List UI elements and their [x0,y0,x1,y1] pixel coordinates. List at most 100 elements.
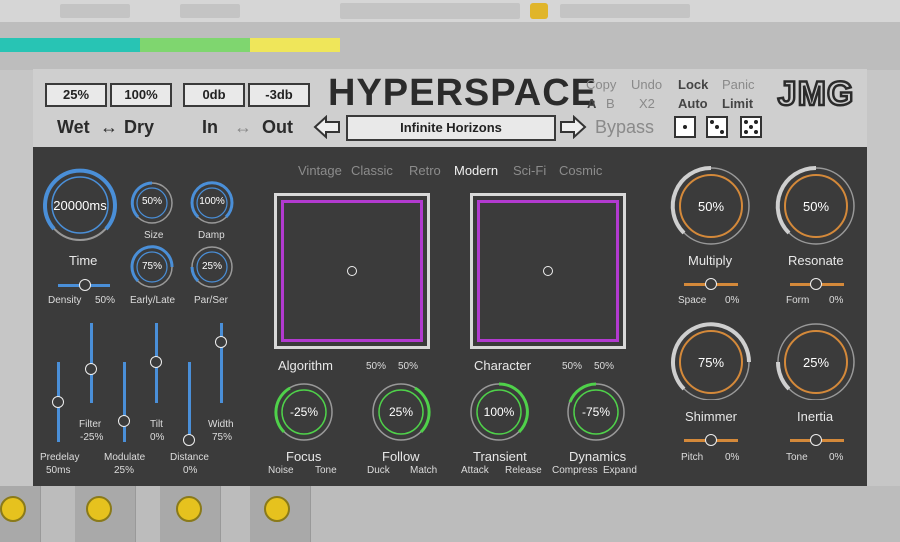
filter-value: -25% [80,432,104,443]
preset-a-button[interactable]: A [587,96,596,111]
plugin-title: HYPERSPACE [328,72,598,114]
daw-toolbar [0,0,900,22]
randomize-large-dice-icon[interactable] [740,116,762,138]
daw-button[interactable] [560,4,690,18]
follow-knob[interactable]: 25% [381,405,421,419]
previous-preset-arrow-icon[interactable] [313,115,341,139]
daw-clip[interactable] [250,38,340,52]
density-label: Density [48,295,82,306]
randomize-small-dice-icon[interactable] [674,116,696,138]
daw-knob-icon[interactable] [176,496,202,522]
width-value: 75% [212,432,233,443]
in-out-arrow-icon: ↔ [234,117,252,137]
inertia-knob[interactable]: 25% [796,355,836,370]
filter-slider-thumb[interactable] [85,363,97,375]
predelay-label: Predelay [40,452,80,463]
character-pad-handle[interactable] [543,266,553,276]
bypass-button[interactable]: Bypass [595,117,654,138]
predelay-slider-thumb[interactable] [52,396,64,408]
size-knob[interactable]: 50% [132,196,172,207]
follow-min-label: Duck [367,465,390,476]
pitch-slider-thumb[interactable] [705,434,717,446]
out-value-box[interactable]: -3db [248,83,310,107]
x2-button[interactable]: X2 [639,96,655,111]
algorithm-pad-handle[interactable] [347,266,357,276]
character-x-value: 50% [562,361,583,372]
pitch-value: 0% [725,452,740,463]
daw-knob-icon[interactable] [0,496,26,522]
preset-b-button[interactable]: B [606,96,615,111]
transient-min-label: Attack [461,465,489,476]
daw-knob-icon[interactable] [264,496,290,522]
time-label: Time [69,253,98,268]
copy-button[interactable]: Copy [586,77,616,92]
logo-text: JMG [778,75,855,111]
next-preset-arrow-icon[interactable] [559,115,587,139]
panic-button[interactable]: Panic [722,77,755,92]
early-late-knob[interactable]: 75% [132,261,172,272]
undo-button[interactable]: Undo [631,77,662,92]
focus-knob[interactable]: -25% [284,405,324,419]
daw-button[interactable] [340,3,520,19]
dry-value-box[interactable]: 100% [110,83,172,107]
limit-button[interactable]: Limit [722,96,753,111]
modulate-label: Modulate [104,452,146,463]
width-slider-thumb[interactable] [215,336,227,348]
width-slider-track[interactable] [220,323,223,403]
density-value: 50% [95,295,116,306]
time-knob[interactable]: 20000ms [50,198,110,213]
density-slider-thumb[interactable] [79,279,91,291]
randomize-medium-dice-icon[interactable] [706,116,728,138]
tab-sci-fi[interactable]: Sci-Fi [513,163,546,178]
space-value: 0% [725,295,740,306]
resonate-knob[interactable]: 50% [796,199,836,214]
algorithm-xy-pad[interactable] [274,193,430,349]
predelay-value: 50ms [46,465,71,476]
transient-knob[interactable]: 100% [477,405,521,419]
character-xy-pad[interactable] [470,193,626,349]
tab-cosmic[interactable]: Cosmic [559,163,602,178]
out-label: Out [262,117,293,137]
damp-knob[interactable]: 100% [192,196,232,207]
par-ser-label: Par/Ser [194,295,228,306]
tilt-value: 0% [150,432,165,443]
in-label: In [202,117,218,137]
tone-slider-thumb[interactable] [810,434,822,446]
daw-tracklist [0,70,33,486]
daw-button[interactable] [60,4,130,18]
wet-value-box[interactable]: 25% [45,83,107,107]
shimmer-knob[interactable]: 75% [691,355,731,370]
daw-clip[interactable] [0,38,140,52]
daw-knob-icon[interactable] [86,496,112,522]
dynamics-knob[interactable]: -75% [576,405,616,419]
space-label: Space [678,295,707,306]
daw-clip[interactable] [140,38,250,52]
tab-modern[interactable]: Modern [454,163,498,178]
filter-label: Filter [79,419,102,430]
distance-slider-thumb[interactable] [183,434,195,446]
distance-slider-track[interactable] [188,362,191,442]
preset-selector[interactable]: Infinite Horizons [346,115,556,141]
wet-label: Wet [57,117,90,137]
dynamics-min-label: Compress [552,465,598,476]
tilt-slider-thumb[interactable] [150,356,162,368]
tab-vintage[interactable]: Vintage [298,163,342,178]
daw-record-icon[interactable] [530,3,548,19]
tab-retro[interactable]: Retro [409,163,441,178]
auto-button[interactable]: Auto [678,96,708,111]
form-slider-thumb[interactable] [810,278,822,290]
tab-classic[interactable]: Classic [351,163,393,178]
follow-max-label: Match [410,465,438,476]
in-value-box[interactable]: 0db [183,83,245,107]
space-slider-thumb[interactable] [705,278,717,290]
multiply-knob[interactable]: 50% [691,199,731,214]
algorithm-y-value: 50% [398,361,419,372]
dynamics-max-label: Expand [603,465,637,476]
dry-label: Dry [124,117,155,137]
daw-button[interactable] [180,4,240,18]
modulate-slider-track[interactable] [123,362,126,442]
form-value: 0% [829,295,844,306]
modulate-slider-thumb[interactable] [118,415,130,427]
lock-button[interactable]: Lock [678,77,708,92]
par-ser-knob[interactable]: 25% [192,261,232,272]
